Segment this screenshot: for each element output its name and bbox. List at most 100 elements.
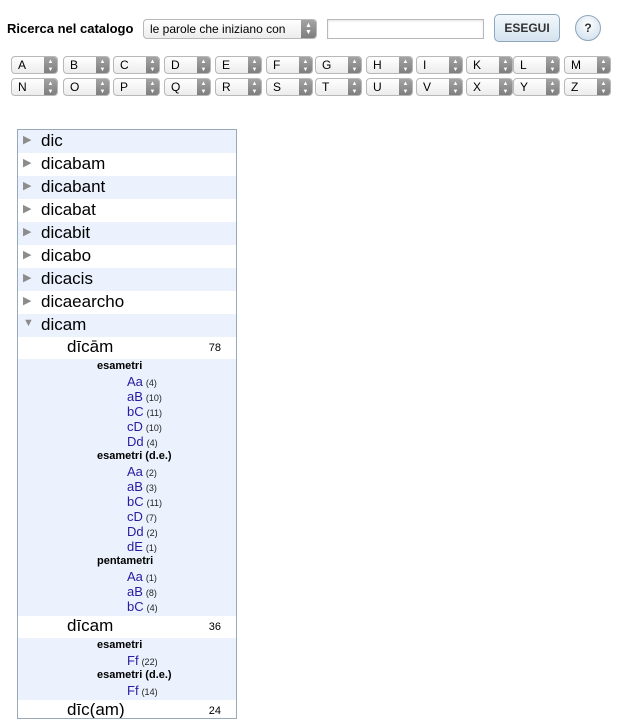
letter-select-o[interactable]: O ▲ ▼ xyxy=(63,78,110,96)
tree-entry[interactable]: ▶ dicabit xyxy=(18,222,236,245)
letter-select-e[interactable]: E ▲ ▼ xyxy=(215,56,262,74)
select-arrows-icon: ▲ ▼ xyxy=(248,57,261,73)
scheme-item[interactable]: aB (10) xyxy=(18,389,236,404)
scheme-link[interactable]: bC (11) xyxy=(127,494,162,509)
scheme-item[interactable]: cD (7) xyxy=(18,509,236,524)
scheme-link[interactable]: aB (8) xyxy=(127,584,157,599)
scheme-item[interactable]: Ff (22) xyxy=(18,653,236,668)
scheme-link[interactable]: Aa (2) xyxy=(127,464,157,479)
scheme-count: (11) xyxy=(146,408,162,418)
tree-entry[interactable]: ▶ dicabant xyxy=(18,176,236,199)
form-word: dīcām xyxy=(67,337,114,356)
letter-select-u[interactable]: U ▲ ▼ xyxy=(366,78,413,96)
scheme-link[interactable]: bC (11) xyxy=(127,404,162,419)
collapsed-triangle-icon[interactable]: ▶ xyxy=(23,225,31,238)
scheme-count: (10) xyxy=(145,423,162,433)
scheme-item[interactable]: dE (1) xyxy=(18,539,236,554)
scheme-item[interactable]: cD (10) xyxy=(18,419,236,434)
entry-word: dicabam xyxy=(41,154,106,173)
scheme-item[interactable]: Aa (4) xyxy=(18,374,236,389)
meter-name: esametri xyxy=(97,360,143,372)
meter-name: pentametri xyxy=(97,555,154,567)
letter-select-t[interactable]: T ▲ ▼ xyxy=(315,78,362,96)
form-row[interactable]: dīc(am) 24 xyxy=(18,700,236,718)
scheme-link[interactable]: bC (4) xyxy=(127,599,158,614)
execute-button[interactable]: ESEGUI xyxy=(494,14,560,42)
word-tree: ▶ dic ▶ dicabam ▶ dicabant ▶ dicabat ▶ dicabit ▶ di… xyxy=(17,129,237,719)
tree-entry[interactable]: ▶ dicabo xyxy=(18,245,236,268)
letter-select-r[interactable]: R ▲ ▼ xyxy=(215,78,262,96)
form-row[interactable]: dīcām 78 xyxy=(18,337,236,359)
letter-select-g[interactable]: G ▲ ▼ xyxy=(315,56,362,74)
letter-select-s[interactable]: S ▲ ▼ xyxy=(266,78,313,96)
scheme-link[interactable]: Dd (2) xyxy=(127,524,158,539)
collapsed-triangle-icon[interactable]: ▶ xyxy=(23,248,31,261)
form-row[interactable]: dīcam 36 xyxy=(18,616,236,638)
scheme-item[interactable]: aB (3) xyxy=(18,479,236,494)
letter-select-q[interactable]: Q ▲ ▼ xyxy=(164,78,211,96)
scheme-link[interactable]: cD (7) xyxy=(127,509,157,524)
scheme-link[interactable]: dE (1) xyxy=(127,539,157,554)
search-mode-select[interactable]: le parole che iniziano con ▲ ▼ xyxy=(143,19,317,39)
scheme-name: Aa xyxy=(127,569,143,584)
letter-select-c[interactable]: C ▲ ▼ xyxy=(113,56,160,74)
scheme-item[interactable]: bC (11) xyxy=(18,494,236,509)
collapsed-triangle-icon[interactable]: ▶ xyxy=(23,156,31,169)
scheme-link[interactable]: Aa (4) xyxy=(127,374,157,389)
letter-value: E xyxy=(222,58,231,72)
scheme-link[interactable]: Aa (1) xyxy=(127,569,157,584)
search-input[interactable] xyxy=(327,19,484,39)
scheme-link[interactable]: Ff (22) xyxy=(127,653,158,668)
scheme-link[interactable]: Dd (4) xyxy=(127,434,158,449)
tree-entry[interactable]: ▶ dic xyxy=(18,130,236,153)
letter-select-v[interactable]: V ▲ ▼ xyxy=(416,78,463,96)
collapsed-triangle-icon[interactable]: ▶ xyxy=(23,271,31,284)
letter-select-b[interactable]: B ▲ ▼ xyxy=(63,56,110,74)
letter-value: S xyxy=(273,80,282,94)
scheme-item[interactable]: Dd (4) xyxy=(18,434,236,449)
letter-select-k[interactable]: K ▲ ▼ xyxy=(466,56,513,74)
tree-entry[interactable]: ▶ dicabat xyxy=(18,199,236,222)
letter-select-y[interactable]: Y ▲ ▼ xyxy=(513,78,560,96)
letter-value: R xyxy=(222,80,231,94)
scheme-item[interactable]: Ff (14) xyxy=(18,683,236,698)
letter-select-x[interactable]: X ▲ ▼ xyxy=(466,78,513,96)
scheme-link[interactable]: Ff (14) xyxy=(127,683,158,698)
collapsed-triangle-icon[interactable]: ▶ xyxy=(23,133,31,146)
select-arrows-icon: ▲ ▼ xyxy=(546,79,559,95)
scheme-link[interactable]: cD (10) xyxy=(127,419,162,434)
letter-select-n[interactable]: N ▲ ▼ xyxy=(11,78,58,96)
scheme-item[interactable]: Dd (2) xyxy=(18,524,236,539)
collapsed-triangle-icon[interactable]: ▶ xyxy=(23,202,31,215)
letter-select-l[interactable]: L ▲ ▼ xyxy=(513,56,560,74)
scheme-item[interactable]: aB (8) xyxy=(18,584,236,599)
letter-select-f[interactable]: F ▲ ▼ xyxy=(266,56,313,74)
scheme-item[interactable]: bC (11) xyxy=(18,404,236,419)
letter-select-i[interactable]: I ▲ ▼ xyxy=(416,56,463,74)
scheme-link[interactable]: aB (3) xyxy=(127,479,157,494)
letter-value: K xyxy=(473,58,482,72)
tree-entry[interactable]: ▶ dicaearcho xyxy=(18,291,236,314)
collapsed-triangle-icon[interactable]: ▶ xyxy=(23,294,31,307)
scheme-item[interactable]: bC (4) xyxy=(18,599,236,614)
tree-entry[interactable]: ▼ dicam xyxy=(18,314,236,337)
collapsed-triangle-icon[interactable]: ▶ xyxy=(23,179,31,192)
scheme-count: (2) xyxy=(146,528,158,538)
tree-entry[interactable]: ▶ dicabam xyxy=(18,153,236,176)
letter-select-d[interactable]: D ▲ ▼ xyxy=(164,56,211,74)
tree-entry[interactable]: ▶ dicacis xyxy=(18,268,236,291)
help-button[interactable]: ? xyxy=(575,15,601,41)
scheme-item[interactable]: Aa (2) xyxy=(18,464,236,479)
scheme-count: (14) xyxy=(141,687,158,697)
letter-select-z[interactable]: Z ▲ ▼ xyxy=(564,78,611,96)
letter-select-a[interactable]: A ▲ ▼ xyxy=(11,56,58,74)
select-arrows-icon: ▲ ▼ xyxy=(499,79,512,95)
expanded-triangle-icon[interactable]: ▼ xyxy=(23,317,34,329)
letter-select-p[interactable]: P ▲ ▼ xyxy=(113,78,160,96)
scheme-link[interactable]: aB (10) xyxy=(127,389,162,404)
scheme-name: bC xyxy=(127,404,144,419)
letter-select-m[interactable]: M ▲ ▼ xyxy=(564,56,611,74)
scheme-item[interactable]: Aa (1) xyxy=(18,569,236,584)
entry-word: dicacis xyxy=(41,269,93,288)
letter-select-h[interactable]: H ▲ ▼ xyxy=(366,56,413,74)
